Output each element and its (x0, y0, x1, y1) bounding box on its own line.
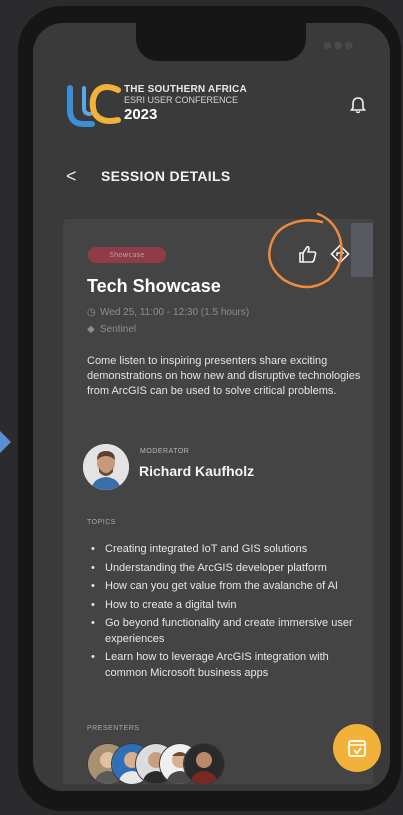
list-item: How to create a digital twin (87, 598, 359, 614)
conference-logo (67, 84, 121, 127)
page-title: SESSION DETAILS (101, 168, 231, 184)
moderator-avatar[interactable] (83, 444, 129, 490)
highlight-annotation-circle (268, 212, 343, 289)
logo-subtitle: ESRI USER CONFERENCE (124, 95, 239, 105)
session-location-text: Sentinel (100, 324, 137, 335)
session-location: ◆ Sentinel (87, 324, 136, 335)
bell-icon[interactable] (350, 96, 366, 114)
location-pin-icon: ◆ (87, 324, 95, 335)
list-item: Understanding the ArcGIS developer platf… (87, 561, 359, 577)
session-type-badge: Showcase (88, 247, 166, 263)
moderator-label: MODERATOR (140, 448, 190, 455)
list-item: Creating integrated IoT and GIS solution… (87, 542, 359, 558)
status-bar-icons: ●●● (323, 40, 356, 51)
topics-label: TOPICS (87, 519, 116, 526)
logo-year: 2023 (124, 106, 158, 123)
topics-list: Creating integrated IoT and GIS solution… (87, 542, 359, 684)
clock-icon: ◷ (87, 307, 96, 318)
logo-title: THE SOUTHERN AFRICA (124, 84, 247, 95)
session-time: ◷ Wed 25, 11:00 - 12:30 (1.5 hours) (87, 307, 249, 318)
presenter-avatar[interactable] (183, 743, 225, 785)
moderator-name[interactable]: Richard Kaufholz (139, 463, 254, 479)
person-photo-icon (83, 444, 129, 490)
presenters-label: PRESENTERS (87, 725, 140, 732)
list-item: Learn how to leverage ArcGIS integration… (87, 650, 359, 681)
session-card (63, 219, 373, 784)
logo-text: THE SOUTHERN AFRICA ESRI USER CONFERENCE… (124, 84, 247, 124)
list-item: How can you get value from the avalanche… (87, 579, 359, 595)
session-datetime: Wed 25, 11:00 - 12:30 (1.5 hours) (100, 307, 250, 318)
presenters-avatars (87, 743, 247, 785)
add-to-calendar-button[interactable] (333, 724, 381, 772)
add-to-calendar-icon (348, 740, 366, 757)
card-edge-strip (351, 223, 373, 277)
side-pointer-arrow (0, 431, 11, 453)
session-description: Come listen to inspiring presenters shar… (87, 355, 361, 397)
list-item: Go beyond functionality and create immer… (87, 616, 359, 647)
phone-notch (136, 23, 306, 61)
person-photo-icon (184, 744, 224, 784)
chevron-left-icon[interactable]: < (66, 166, 77, 187)
session-title: Tech Showcase (87, 276, 221, 296)
